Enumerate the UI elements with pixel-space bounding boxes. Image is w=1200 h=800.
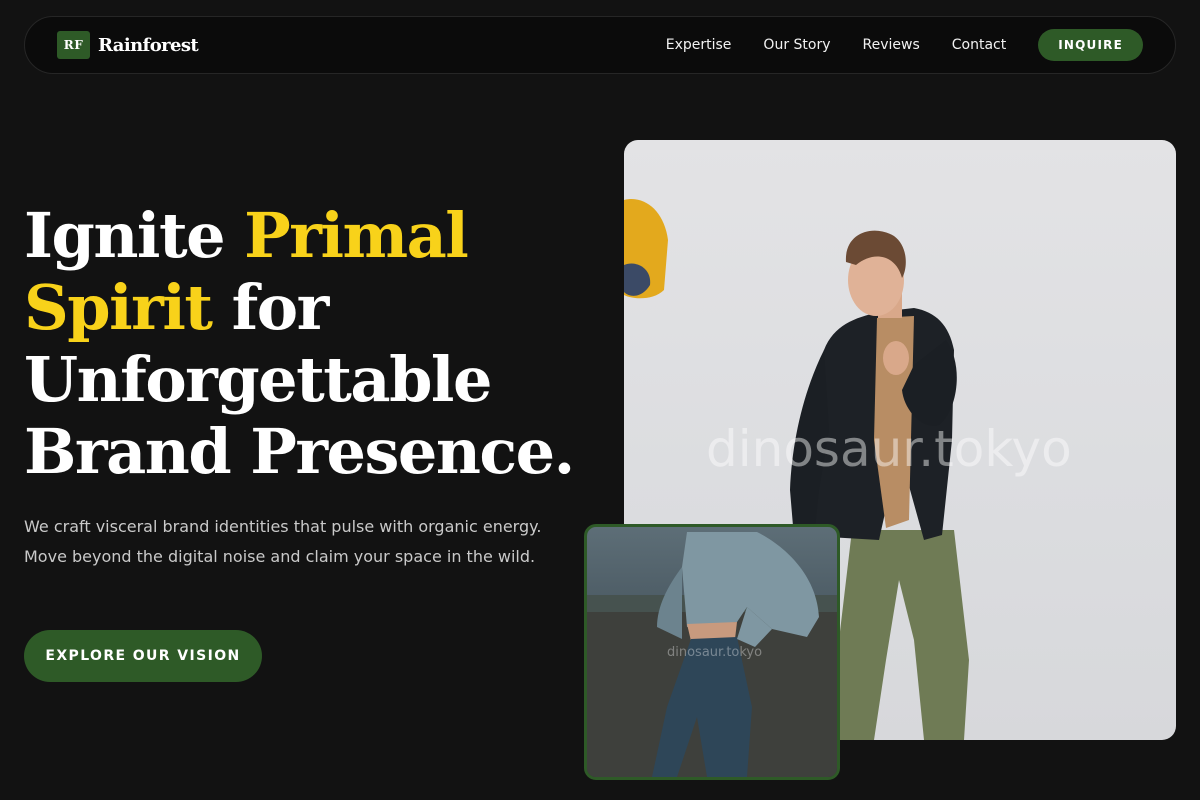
top-navigation: RF Rainforest Expertise Our Story Review…: [24, 16, 1176, 74]
headline-part2: for: [211, 271, 330, 344]
inquire-button[interactable]: INQUIRE: [1038, 29, 1143, 61]
headline-accent-spirit: Spirit: [24, 271, 213, 344]
hero-photo-inset: dinosaur.tokyo: [584, 524, 840, 780]
brand-name: Rainforest: [98, 34, 199, 56]
woman-denim-illustration: [587, 532, 837, 777]
headline-line4: Brand Presence.: [24, 415, 575, 488]
headline-accent-primal: Primal: [244, 199, 469, 272]
logo-mark: RF: [57, 31, 90, 59]
hero-headline: Ignite Primal Spirit for Unforgettable Bran…: [24, 200, 604, 488]
nav-link-expertise[interactable]: Expertise: [666, 37, 732, 53]
nav-link-our-story[interactable]: Our Story: [763, 37, 830, 53]
headline-line3: Unforgettable: [24, 343, 492, 416]
nav-link-contact[interactable]: Contact: [952, 37, 1006, 53]
nav-link-reviews[interactable]: Reviews: [863, 37, 920, 53]
hero-description: We craft visceral brand identities that …: [24, 517, 542, 566]
explore-vision-button[interactable]: EXPLORE OUR VISION: [24, 630, 262, 682]
nav-menu: Expertise Our Story Reviews Contact INQU…: [666, 29, 1143, 61]
brand-logo[interactable]: RF Rainforest: [57, 31, 199, 59]
headline-part1: Ignite: [24, 199, 245, 272]
page: RF Rainforest Expertise Our Story Review…: [0, 0, 1200, 800]
